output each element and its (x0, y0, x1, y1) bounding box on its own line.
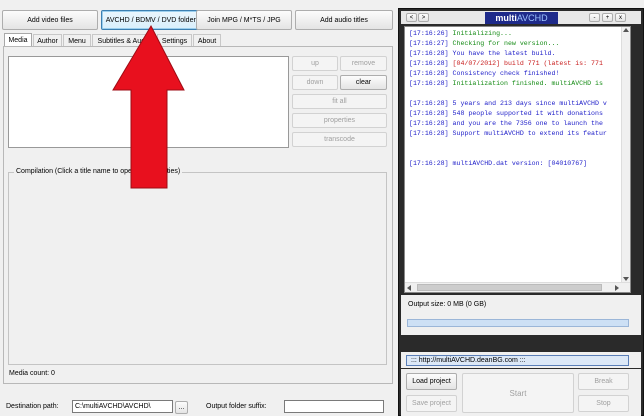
log-line: [17:16:28] You have the latest build. (409, 49, 630, 59)
properties-button[interactable]: properties (292, 113, 387, 128)
clear-button[interactable]: clear (340, 75, 387, 90)
log-message: 5 years and 213 days since multiAVCHD v (452, 100, 607, 107)
close-button[interactable]: x (615, 13, 626, 22)
log-timestamp: [17:16:27] (409, 40, 449, 47)
add-audio-titles-button[interactable]: Add audio titles (295, 10, 393, 30)
logo-multi-text: multi (495, 13, 517, 23)
output-size-label: Output size: 0 MB (0 GB) (408, 301, 487, 308)
log-timestamp: [17:16:28] (409, 60, 449, 67)
tab-media[interactable]: Media (4, 33, 32, 47)
log-line: [17:16:26] Initializing... (409, 29, 630, 39)
stop-button[interactable]: Stop (578, 395, 629, 412)
remove-button[interactable]: remove (340, 56, 387, 71)
output-folder-suffix-field[interactable] (284, 400, 384, 413)
log-line: [17:16:28] [04/07/2012] build 771 (lates… (409, 59, 630, 69)
log-line: [17:16:28] Consistency check finished! (409, 69, 630, 79)
log-timestamp: [17:16:28] (409, 70, 449, 77)
scroll-left-arrow-icon[interactable] (407, 285, 411, 291)
log-blank-line (409, 149, 630, 159)
start-button[interactable]: Start (462, 373, 574, 413)
log-timestamp: [17:16:28] (409, 80, 449, 87)
fit-all-button[interactable]: fit all (292, 94, 387, 109)
log-lines: [17:16:26] Initializing... [17:16:27] Che… (405, 27, 630, 169)
log-line: [17:16:28] multiAVCHD.dat version: [0401… (409, 159, 630, 169)
log-message: Support multiAVCHD to extend its featur (452, 130, 607, 137)
add-video-files-button[interactable]: Add video files (2, 10, 98, 30)
log-message: Initialization finished. multiAVCHD is (452, 80, 603, 87)
log-horizontal-scrollbar[interactable] (405, 282, 630, 292)
scroll-down-arrow-icon[interactable] (623, 277, 629, 281)
log-message: 548 people supported it with donations (452, 110, 603, 117)
log-message: [04/07/2012] build 771 (latest is: 771 (452, 60, 603, 67)
log-blank-line (409, 139, 630, 149)
log-vertical-scrollbar[interactable] (621, 27, 630, 282)
log-line: [17:16:28] Initialization finished. mult… (409, 79, 630, 89)
log-timestamp: [17:16:28] (409, 120, 449, 127)
up-button[interactable]: up (292, 56, 338, 71)
maximize-button[interactable]: + (602, 13, 613, 22)
log-message: Consistency check finished! (452, 70, 560, 77)
log-line: [17:16:28] and you are the 7356 one to l… (409, 119, 630, 129)
log-message: multiAVCHD.dat version: [04010767] (452, 160, 588, 167)
log-area[interactable]: [17:16:26] Initializing... [17:16:27] Che… (404, 26, 631, 293)
url-link[interactable]: ::: http://multiAVCHD.deanBG.com ::: (406, 355, 629, 366)
scroll-thumb[interactable] (417, 284, 602, 291)
browse-destination-button[interactable]: ... (175, 401, 188, 414)
log-message: You have the latest build. (452, 50, 556, 57)
log-timestamp: [17:16:28] (409, 100, 449, 107)
log-timestamp: [17:16:28] (409, 50, 449, 57)
log-message: and you are the 7356 one to launch the (452, 120, 603, 127)
media-count-label: Media count: 0 (9, 370, 55, 377)
avchd-bdmv-dvd-folders-button[interactable]: AVCHD / BDMV / DVD folders (101, 10, 204, 30)
log-line: [17:16:28] 548 people supported it with … (409, 109, 630, 119)
output-folder-suffix-label: Output folder suffix: (206, 403, 267, 410)
multiavchd-logo: multi AVCHD (485, 12, 558, 24)
down-button[interactable]: down (292, 75, 338, 90)
log-timestamp: [17:16:26] (409, 30, 449, 37)
log-timestamp: [17:16:28] (409, 130, 449, 137)
load-project-button[interactable]: Load project (406, 373, 457, 390)
break-button[interactable]: Break (578, 373, 629, 390)
log-timestamp: [17:16:28] (409, 110, 449, 117)
log-message: Checking for new version... (452, 40, 560, 47)
log-timestamp: [17:16:28] (409, 160, 449, 167)
log-line: [17:16:28] 5 years and 213 days since mu… (409, 99, 630, 109)
minimize-button[interactable]: - (589, 13, 600, 22)
nav-prev-button[interactable]: < (406, 13, 417, 22)
log-line: [17:16:27] Checking for new version... (409, 39, 630, 49)
compilation-label: Compilation (Click a title name to open … (14, 168, 183, 175)
destination-path-field[interactable]: C:\multiAVCHD\AVCHD\ (72, 400, 173, 413)
destination-path-label: Destination path: (6, 403, 59, 410)
log-line: [17:16:28] Support multiAVCHD to extend … (409, 129, 630, 139)
nav-next-button[interactable]: > (418, 13, 429, 22)
output-progress-bar (407, 319, 629, 327)
join-mpg-mts-jpg-button[interactable]: Join MPG / M*TS / JPG (196, 10, 292, 30)
save-project-button[interactable]: Save project (406, 395, 457, 412)
compilation-group[interactable] (8, 172, 387, 365)
logo-avchd-text: AVCHD (516, 13, 548, 23)
log-message: Initializing... (452, 30, 512, 37)
media-list[interactable] (8, 56, 289, 148)
transcode-button[interactable]: transcode (292, 132, 387, 147)
log-blank-line (409, 89, 630, 99)
scroll-right-arrow-icon[interactable] (615, 285, 619, 291)
scroll-up-arrow-icon[interactable] (623, 28, 629, 32)
